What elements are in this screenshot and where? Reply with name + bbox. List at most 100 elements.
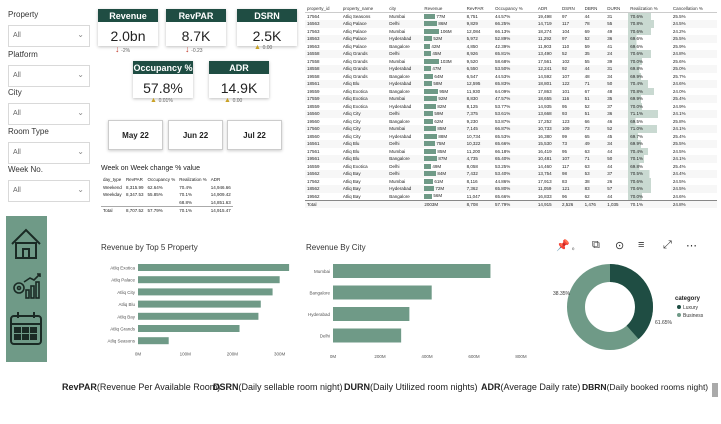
abbr: DURN — [344, 382, 370, 392]
week-no-dropdown[interactable]: All ⌄ — [8, 180, 90, 202]
table-row[interactable]: 17563 Atliq Palace Mumbai 106M 12,084 66.13% 1… — [305, 27, 717, 35]
cell: 18,274 — [537, 28, 552, 34]
table-row[interactable]: 16561 Atliq Blu Delhi 75M 10,322 65.66% 15,530… — [305, 140, 717, 148]
column-header[interactable]: ADR — [535, 5, 560, 13]
bar-atliq-city[interactable] — [138, 288, 273, 296]
table-row[interactable]: 16560 Atliq City Delhi 59M 7,375 53.61% 13,668… — [305, 110, 717, 118]
table-row[interactable]: 19558 Atliq Grands Bangalore 64M 6,547 44.53%… — [305, 72, 717, 80]
cell: 70.6% — [628, 27, 671, 35]
bar-atliq-seasons[interactable] — [138, 337, 169, 345]
cell: 65.66% — [494, 193, 511, 199]
column-header[interactable]: DSRN — [559, 5, 583, 13]
cell: 35 — [582, 50, 606, 58]
expand-icon[interactable]: ⤢ — [663, 239, 672, 252]
table-row[interactable]: 18558 Atliq Grands Hyderabad 47M 6,550 53.50%… — [305, 65, 717, 73]
column-header[interactable]: Realization % — [628, 5, 671, 13]
property-dropdown[interactable]: All ⌄ — [8, 25, 90, 47]
bar-atliq-blu[interactable] — [138, 300, 261, 308]
table-row[interactable]: 17562 Atliq Bay Mumbai 61M 8,116 44.86% 17,913… — [305, 177, 717, 185]
bar-delhi[interactable] — [333, 328, 402, 343]
cell: 19560 — [307, 118, 320, 124]
bar-atliq-bay[interactable] — [138, 312, 259, 320]
cell: 36 — [605, 110, 629, 118]
table-row[interactable]: 18561 Atliq Blu Hyderabad 58M 12,595 65.83% 18… — [305, 80, 717, 88]
growth-chart-icon[interactable] — [13, 273, 41, 299]
cell: 17558 — [307, 58, 320, 64]
cell: 7,145 — [464, 125, 493, 133]
home-icon[interactable] — [11, 228, 41, 259]
table-row[interactable]: 17564 Atliq Seasons Mumbai 77M 8,751 44.57% 19… — [305, 12, 717, 20]
column-header[interactable]: DURN — [605, 5, 629, 13]
cell: Atliq Grands — [340, 50, 388, 58]
table-row[interactable]: 19563 Atliq Palace Bangalore 42M 4,850 42.39%… — [305, 42, 717, 50]
bar-atliq-exotica[interactable] — [138, 264, 290, 271]
table-row[interactable]: 19560 Atliq City Bangalore 62M 9,230 53.87% 17… — [305, 117, 717, 125]
focus-icon[interactable]: ⊙ — [615, 239, 624, 252]
cell: 17560 — [305, 125, 341, 133]
filter-icon[interactable]: ≡ — [638, 239, 644, 251]
table-row[interactable]: 18562 Atliq Bay Hyderabad 72M 7,362 65.80% 11,… — [305, 185, 717, 193]
table-row[interactable]: 17559 Atliq Exotica Mumbai 92M 8,830 47.57% 18… — [305, 95, 717, 103]
bar-hyderabad[interactable] — [333, 307, 410, 321]
bar-bangalore[interactable] — [333, 285, 432, 300]
table-row[interactable]: 16563 Atliq Palace Delhi 86M 9,829 66.25% 14,7… — [305, 20, 717, 28]
cell: 16,380 — [537, 133, 552, 139]
column-header[interactable]: city — [387, 5, 423, 13]
column-header[interactable]: Occupancy % — [492, 5, 536, 13]
cell: 19559 — [307, 88, 320, 94]
table-row[interactable]: 16558 Atliq Grands Delhi 45M 8,926 65.81% 13,4… — [305, 50, 717, 58]
cell: 17,561 — [537, 58, 552, 64]
arrow-down-icon: ↓ — [115, 44, 120, 54]
column-header[interactable]: DBRN — [582, 5, 606, 13]
cell: 116 — [559, 95, 583, 103]
column-header[interactable]: RevPAR — [464, 5, 493, 13]
table-row[interactable]: 19559 Atliq Exotica Bangalore 95M 11,930 64.0… — [305, 87, 717, 95]
pin-icon[interactable]: 📌 — [556, 239, 570, 252]
table-row[interactable]: 18559 Atliq Exotica Hyderabad 82M 8,125 53.77… — [305, 102, 717, 110]
column-header[interactable]: property_name — [340, 5, 388, 13]
cell: 10,733 — [535, 125, 560, 133]
revenue-bar — [424, 73, 434, 79]
table-row[interactable]: 19562 Atliq Bay Bangalore 56M 11,047 65.66% 16… — [305, 192, 717, 200]
table-row[interactable]: 17560 Atliq City Mumbai 85M 7,145 66.87% 10,73… — [305, 125, 717, 133]
cell: 17559 — [305, 95, 341, 103]
abbr: DSRN — [213, 382, 239, 392]
table-row[interactable]: 19561 Atliq Blu Bangalore 87M 4,735 65.40% 10,… — [305, 155, 717, 163]
bar-atliq-grands[interactable] — [138, 325, 240, 332]
cell: 24.0% — [672, 88, 686, 94]
cell: 53.61% — [492, 110, 536, 118]
table-row[interactable]: 17561 Atliq Blu Mumbai 85M 11,200 66.18% 16,41… — [305, 147, 717, 155]
city-dropdown[interactable]: All ⌄ — [8, 103, 90, 125]
table-row[interactable]: 16559 Atliq Exotica Delhi 49M 8,058 53.25% 14,… — [305, 162, 717, 170]
month-button-may[interactable]: May 22 — [108, 120, 163, 150]
room-type-dropdown[interactable]: All ⌄ — [8, 142, 90, 164]
copy-icon[interactable]: ⧉ — [592, 239, 600, 252]
month-button-jun[interactable]: Jun 22 — [168, 120, 223, 150]
column-header[interactable]: Revenue — [422, 5, 465, 13]
cell: Hyderabad — [389, 133, 412, 139]
table-row[interactable]: 16562 Atliq Bay Delhi 84M 7,432 53.40% 13,754 9… — [305, 170, 717, 178]
revenue-value: 56M — [433, 193, 443, 199]
calendar-icon[interactable] — [10, 312, 42, 345]
scrollbar[interactable] — [712, 383, 718, 397]
revenue-bar — [424, 193, 433, 199]
table-row[interactable]: 18563 Atliq Palace Hyderabad 52M 5,972 52.89%… — [305, 35, 717, 43]
table-row[interactable]: 17558 Atliq Grands Mumbai 103M 9,520 58.68% 17… — [305, 57, 717, 65]
platform-dropdown[interactable]: All ⌄ — [8, 65, 90, 87]
column-header[interactable]: property_id — [305, 5, 341, 13]
abbr: DBRN — [582, 382, 607, 392]
x-tick-label: 0M — [330, 354, 337, 359]
column-header[interactable]: Cancellation % — [670, 5, 717, 13]
bar-atliq-palace[interactable] — [138, 276, 280, 284]
cell: 24.2% — [672, 28, 686, 34]
bar-mumbai[interactable] — [333, 264, 491, 278]
arrow-up-icon: ▲ — [254, 44, 261, 51]
cell: 99 — [561, 133, 567, 139]
cell: 19562 — [307, 193, 320, 199]
more-options-icon[interactable]: ⋯ — [686, 239, 697, 252]
cell: 24.5% — [672, 178, 686, 184]
cell: 84M — [422, 170, 465, 178]
month-button-jul[interactable]: Jul 22 — [227, 120, 282, 150]
table-row[interactable]: 18560 Atliq City Hyderabad 88M 10,734 65.53% 1… — [305, 132, 717, 140]
slicer-city: City All ⌄ — [8, 88, 90, 125]
